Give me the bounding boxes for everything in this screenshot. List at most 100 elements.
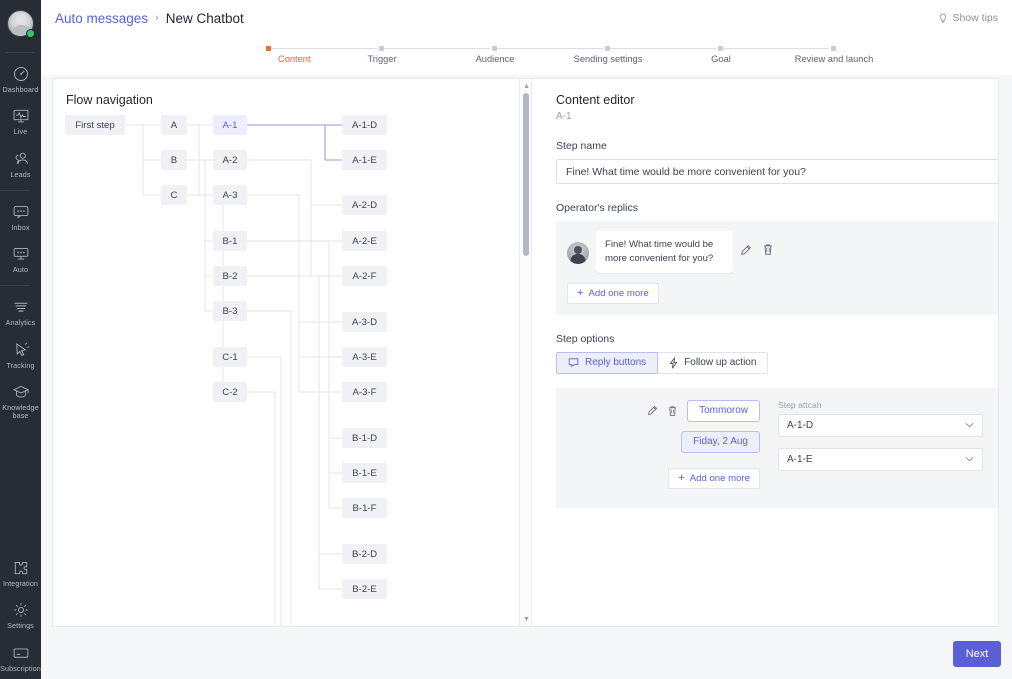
stepper-band: Content Trigger Audience Sending settings Go… xyxy=(41,36,1012,75)
tab-reply-buttons-label: Reply buttons xyxy=(585,357,647,369)
flow-canvas: First step A B C A-1 A-2 A-3 B-1 B-2 B-3 C-1 C-2 A-1… xyxy=(53,79,519,626)
stepper-label: Sending settings xyxy=(573,54,643,64)
sidebar-item-live[interactable]: Live xyxy=(0,100,41,142)
add-reply-button[interactable]: + Add one more xyxy=(567,282,659,304)
flow-node-A-3[interactable]: A-3 xyxy=(213,185,247,205)
breadcrumb-parent-link[interactable]: Auto messages xyxy=(55,11,148,26)
next-button[interactable]: Next xyxy=(953,641,1001,667)
scrollbar-track[interactable]: ▲ ▼ xyxy=(520,79,531,626)
flow-node-B-1-D[interactable]: B-1-D xyxy=(342,428,387,448)
sidebar-item-auto[interactable]: Auto xyxy=(0,238,41,280)
sidebar-item-analytics[interactable]: Analytics xyxy=(0,291,41,333)
pencil-icon[interactable] xyxy=(740,244,752,256)
trash-icon[interactable] xyxy=(667,405,678,417)
sidebar-item-label: Dashboard xyxy=(2,85,39,94)
sidebar-nav-bottom: Integration Settings Subscription xyxy=(0,552,41,679)
flow-node-A-3-E[interactable]: A-3-E xyxy=(342,347,387,367)
lightning-icon xyxy=(669,357,678,369)
step-options-tabs: Reply buttons Follow up action xyxy=(556,351,982,374)
stepper-connector xyxy=(610,48,716,49)
lightbulb-icon xyxy=(940,13,947,23)
flow-node-B-1-E[interactable]: B-1-E xyxy=(342,463,387,483)
avatar[interactable] xyxy=(7,10,35,38)
flow-node-A-3-D[interactable]: A-3-D xyxy=(342,312,387,332)
flow-navigation-pane: Flow navigation First step A B C A-1 A-2… xyxy=(53,79,519,626)
progress-stepper: Content Trigger Audience Sending settings Go… xyxy=(266,42,873,74)
reply-button-chip-1[interactable]: Fiday, 2 Aug xyxy=(681,430,760,453)
gear-icon xyxy=(12,601,30,619)
reply-button-chip-0[interactable]: Tommorow xyxy=(687,399,760,422)
step-attach-select-1[interactable]: A-1-E xyxy=(778,447,983,471)
divider xyxy=(0,189,29,191)
stepper-label: Review and launch xyxy=(794,54,874,64)
flow-node-A-2-D[interactable]: A-2-D xyxy=(342,195,387,215)
reply-button-row: Fiday, 2 Aug xyxy=(570,430,760,453)
puzzle-icon xyxy=(12,559,30,577)
flow-node-B[interactable]: B xyxy=(161,150,187,170)
flow-node-A-1-D[interactable]: A-1-D xyxy=(342,115,387,135)
tab-reply-buttons[interactable]: Reply buttons xyxy=(556,351,659,374)
step-attach-select-0[interactable]: A-1-D xyxy=(778,413,983,437)
stepper-label: Goal xyxy=(711,54,731,64)
add-reply-button-button[interactable]: + Add one more xyxy=(668,467,760,489)
gauge-icon xyxy=(12,65,30,83)
stepper-connector xyxy=(271,48,377,49)
breadcrumb-separator: › xyxy=(155,12,159,24)
show-tips-button[interactable]: Show tips xyxy=(938,12,998,24)
sidebar-item-leads[interactable]: Leads xyxy=(0,143,41,185)
sidebar-item-tracking[interactable]: Tracking xyxy=(0,334,41,376)
add-reply-button-label: Add one more xyxy=(689,472,750,484)
tab-follow-up-action[interactable]: Follow up action xyxy=(658,351,769,374)
page-title: New Chatbot xyxy=(165,10,244,26)
scrollbar-thumb[interactable] xyxy=(523,93,529,256)
trash-icon[interactable] xyxy=(762,243,774,256)
flow-node-A[interactable]: A xyxy=(161,115,187,135)
flow-node-C[interactable]: C xyxy=(161,185,187,205)
plus-icon: + xyxy=(577,286,584,299)
chat-monitor-icon xyxy=(12,245,30,263)
sidebar-item-integration[interactable]: Integration xyxy=(0,552,41,594)
sidebar-item-knowledge-base[interactable]: Knowledge base xyxy=(0,376,41,427)
flow-node-A-2-E[interactable]: A-2-E xyxy=(342,231,387,251)
sidebar-item-settings[interactable]: Settings xyxy=(0,594,41,636)
top-bar: Auto messages › New Chatbot Show tips xyxy=(41,0,1012,36)
flow-node-A-1-E[interactable]: A-1-E xyxy=(342,150,387,170)
content-editor-title: Content editor xyxy=(556,93,635,107)
reply-buttons-panel: Tommorow Fiday, 2 Aug + Add one more Ste… xyxy=(556,387,998,508)
sidebar-item-subscription[interactable]: Subscription xyxy=(0,637,41,679)
step-options-label: Step options xyxy=(556,332,615,345)
sidebar-item-inbox[interactable]: Inbox xyxy=(0,196,41,238)
sidebar-item-label: Analytics xyxy=(5,318,36,328)
show-tips-label: Show tips xyxy=(952,12,998,24)
step-name-input[interactable] xyxy=(556,159,998,184)
pencil-icon[interactable] xyxy=(647,405,658,416)
flow-node-B-3[interactable]: B-3 xyxy=(213,301,247,321)
operator-avatar xyxy=(567,242,589,264)
flow-node-B-2-E[interactable]: B-2-E xyxy=(342,579,387,599)
flow-node-A-2[interactable]: A-2 xyxy=(213,150,247,170)
sidebar-item-dashboard[interactable]: Dashboard xyxy=(0,58,41,100)
divider xyxy=(6,52,35,53)
flow-node-C-1[interactable]: C-1 xyxy=(213,347,247,367)
people-icon xyxy=(12,150,30,168)
sidebar-item-label: Leads xyxy=(10,169,31,179)
divider xyxy=(0,285,29,287)
flow-node-first[interactable]: First step xyxy=(65,115,125,135)
add-reply-button-row: + Add one more xyxy=(570,458,760,489)
flow-node-A-1[interactable]: A-1 xyxy=(213,115,247,135)
add-reply-label: Add one more xyxy=(588,287,649,299)
flow-node-B-1[interactable]: B-1 xyxy=(213,231,247,251)
flow-node-B-2-D[interactable]: B-2-D xyxy=(342,544,387,564)
operator-replics-label: Operator's replics xyxy=(556,202,638,214)
left-sidebar: Dashboard Live Leads Inbox Auto Analytics Trac… xyxy=(0,0,41,679)
flow-node-C-2[interactable]: C-2 xyxy=(213,382,247,402)
flow-node-B-1-F[interactable]: B-1-F xyxy=(342,498,387,518)
flow-node-A-2-F[interactable]: A-2-F xyxy=(342,266,387,286)
bars-icon xyxy=(12,298,30,316)
operator-replics-box: Fine! What time would be more convenient… xyxy=(556,221,998,315)
reply-actions xyxy=(740,243,774,256)
flow-node-B-2[interactable]: B-2 xyxy=(213,266,247,286)
flow-node-A-3-F[interactable]: A-3-F xyxy=(342,382,387,402)
content-editor-subtitle: A-1 xyxy=(556,111,572,122)
flow-pane-scrollbar[interactable]: ▲ ▼ xyxy=(519,79,532,626)
